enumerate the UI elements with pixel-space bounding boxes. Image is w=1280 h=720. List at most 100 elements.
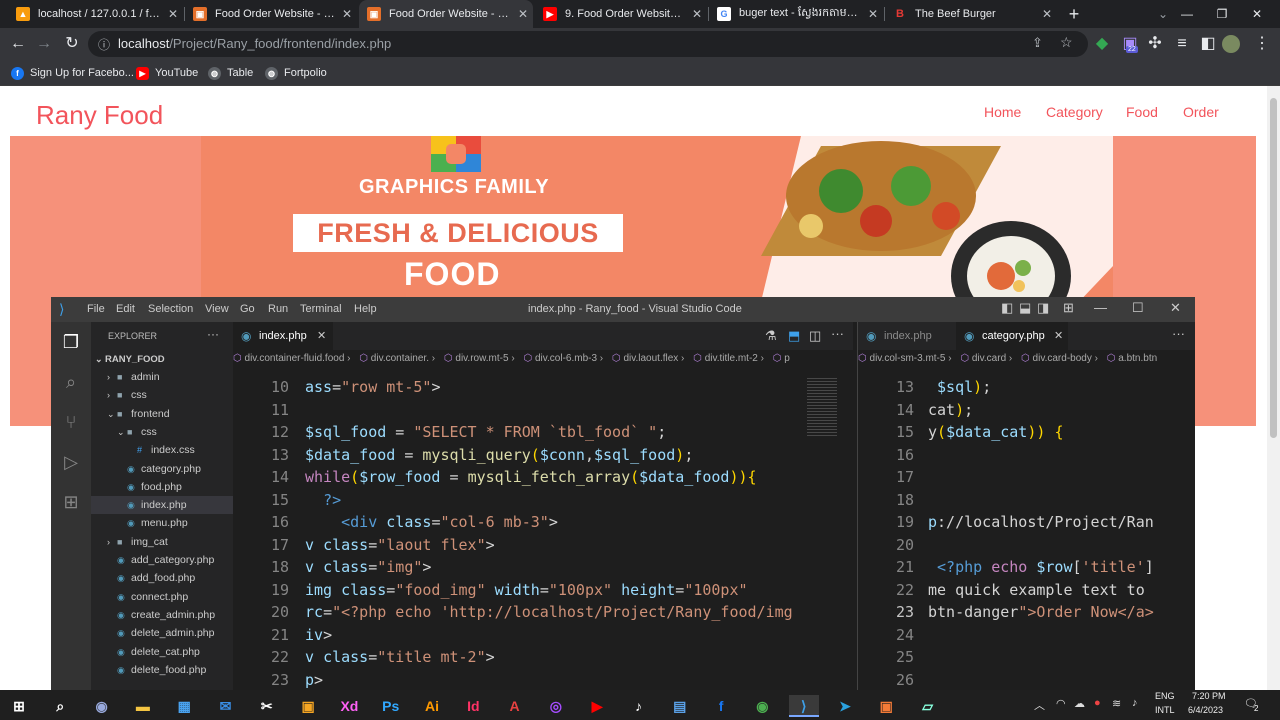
code-line[interactable]: $sql); xyxy=(928,376,991,399)
app-icon[interactable]: ▣ xyxy=(871,695,901,717)
browser-tab[interactable]: ▲ localhost / 127.0.0.1 / food ✕ xyxy=(8,0,183,28)
avatar[interactable] xyxy=(1222,35,1240,53)
address-bar[interactable]: ⓘ localhost/Project/Rany_food/frontend/i… xyxy=(88,31,1088,57)
extension-grammar-icon[interactable]: ◆ xyxy=(1090,32,1114,56)
nav-food[interactable]: Food xyxy=(1126,104,1158,120)
nav-order[interactable]: Order xyxy=(1183,104,1219,120)
browser-tab[interactable]: B The Beef Burger ✕ xyxy=(885,0,1057,28)
menu-edit[interactable]: Edit xyxy=(116,303,135,315)
breadcrumb-item[interactable]: ⬡ p xyxy=(773,353,790,364)
youtube-icon[interactable]: ▶ xyxy=(582,695,612,717)
chevron-up-icon[interactable]: ︿ xyxy=(1034,697,1045,713)
breadcrumb-item[interactable]: ⬡ div.title.mt-2 › xyxy=(693,353,767,364)
forward-arrow-icon[interactable]: → xyxy=(32,32,56,56)
breadcrumb-item[interactable]: ⬡ div.card › xyxy=(960,353,1015,364)
restore-button[interactable]: ☐ xyxy=(1132,300,1144,316)
close-icon[interactable]: ✕ xyxy=(317,322,326,350)
windows-start-icon[interactable]: ⊞ xyxy=(4,695,34,717)
access-icon[interactable]: A xyxy=(500,695,530,717)
reload-icon[interactable]: ↻ xyxy=(60,32,84,56)
menu-terminal[interactable]: Terminal xyxy=(300,303,342,315)
folder-item[interactable]: › ■ img_cat xyxy=(91,533,233,551)
code-line[interactable]: ass="row mt-5"> xyxy=(305,376,440,399)
tab-index-php[interactable]: ◉ index.php ✕ xyxy=(233,322,333,350)
file-item[interactable]: ◉ menu.php xyxy=(91,514,233,532)
telegram-icon[interactable]: ➤ xyxy=(830,695,860,717)
cloud-icon[interactable]: ☁ xyxy=(1074,697,1085,710)
split-editor-icon[interactable]: ◫ xyxy=(809,328,821,344)
file-item[interactable]: ◉ add_category.php xyxy=(91,551,233,569)
folder-item[interactable]: › ■ admin xyxy=(91,368,233,386)
kebab-menu-icon[interactable]: ⋮ xyxy=(1250,32,1274,56)
bookmark-fortpolio[interactable]: ◍ Fortpolio xyxy=(265,65,327,81)
breadcrumb-item[interactable]: ⬡ div.col-6.mb-3 › xyxy=(523,353,605,364)
file-item[interactable]: # index.css xyxy=(91,441,233,459)
back-arrow-icon[interactable]: ← xyxy=(6,32,30,56)
toggle-secondary-sidebar-icon[interactable]: ◨ xyxy=(1037,300,1049,316)
close-icon[interactable]: ✕ xyxy=(337,7,357,21)
menu-go[interactable]: Go xyxy=(240,303,255,315)
code-line[interactable]: y($data_cat)) { xyxy=(928,421,1063,444)
network-icon[interactable]: ◠ xyxy=(1056,697,1066,710)
file-item[interactable]: ◉ create_admin.php xyxy=(91,606,233,624)
clock-date[interactable]: 6/4/2023 xyxy=(1188,705,1223,715)
site-brand[interactable]: Rany Food xyxy=(36,100,163,131)
language-indicator[interactable]: ENG xyxy=(1155,691,1175,701)
volume-icon[interactable]: ♪ xyxy=(1132,697,1138,709)
code-line[interactable]: btn-danger">Order Now</a> xyxy=(928,601,1154,624)
bookmark-table[interactable]: ◍ Table xyxy=(208,65,253,81)
search-icon[interactable]: ⌕ xyxy=(59,370,83,394)
close-icon[interactable]: ✕ xyxy=(863,7,883,21)
puzzle-icon[interactable]: ✣ xyxy=(1143,32,1167,56)
wifi-icon[interactable]: ≋ xyxy=(1112,697,1121,710)
capcut-icon[interactable]: ✂ xyxy=(252,695,282,717)
notepad-icon[interactable]: ▱ xyxy=(913,695,943,717)
file-item[interactable]: ◉ add_food.php xyxy=(91,569,233,587)
bookmark-youtube[interactable]: ▶ YouTube xyxy=(136,65,198,81)
project-root[interactable]: ⌄ RANY_FOOD xyxy=(91,350,233,368)
code-line[interactable]: $data_food = mysqli_query($conn,$sql_foo… xyxy=(305,444,693,467)
search-icon[interactable]: ⌕ xyxy=(45,695,75,717)
breadcrumb-item[interactable]: ⬡ div.col-sm-3.mt-5 › xyxy=(858,353,954,364)
more-icon[interactable]: ··· xyxy=(831,326,844,341)
code-line[interactable]: <div class="col-6 mb-3"> xyxy=(305,511,558,534)
file-item[interactable]: ◉ index.php xyxy=(91,496,233,515)
app-icon[interactable]: ▣ xyxy=(293,695,323,717)
scrollbar-thumb[interactable] xyxy=(1270,98,1277,438)
folder-item[interactable]: › ■ css xyxy=(91,386,233,404)
close-icon[interactable]: ✕ xyxy=(1037,7,1057,21)
photoshop-icon[interactable]: Ps xyxy=(376,695,406,717)
more-icon[interactable]: ··· xyxy=(207,327,219,341)
file-item[interactable]: ◉ category.php xyxy=(91,460,233,478)
code-line[interactable]: <?php echo $row['title'] xyxy=(928,556,1154,579)
explorer-icon[interactable]: ❐ xyxy=(59,330,83,354)
breadcrumb-item[interactable]: ⬡ a.btn.btn xyxy=(1107,353,1157,364)
browser-tab-active[interactable]: ▣ Food Order Website - Hom ✕ xyxy=(359,0,533,28)
store-icon[interactable]: ▦ xyxy=(169,695,199,717)
browser-tab[interactable]: ▶ 9. Food Order Website with ✕ xyxy=(535,0,707,28)
facebook-icon[interactable]: f xyxy=(706,695,736,717)
more-icon[interactable]: ··· xyxy=(1172,326,1185,341)
browser-tab[interactable]: ▣ Food Order Website - Hom ✕ xyxy=(185,0,357,28)
keyboard-layout[interactable]: INTL xyxy=(1155,705,1175,715)
chrome-icon[interactable]: ◉ xyxy=(747,695,777,717)
run-code-icon[interactable]: ⚗ xyxy=(765,328,777,344)
new-tab-button[interactable]: + xyxy=(1064,4,1084,24)
code-line[interactable]: rc="<?php echo 'http://localhost/Project… xyxy=(305,601,793,624)
page-scrollbar[interactable] xyxy=(1267,86,1280,690)
code-line[interactable]: ?> xyxy=(305,489,341,512)
tab-category-php[interactable]: ◉ category.php ✕ xyxy=(956,322,1068,350)
file-item[interactable]: ◉ delete_admin.php xyxy=(91,624,233,642)
nav-category[interactable]: Category xyxy=(1046,104,1103,120)
camera-icon[interactable]: ◉ xyxy=(87,695,117,717)
antivirus-icon[interactable]: ● xyxy=(1094,697,1101,709)
code-line[interactable]: iv> xyxy=(305,624,332,647)
toggle-panel-icon[interactable]: ⬓ xyxy=(1019,300,1031,316)
code-line[interactable]: $sql_food = "SELECT * FROM `tbl_food` "; xyxy=(305,421,666,444)
menu-run[interactable]: Run xyxy=(268,303,288,315)
extensions-icon[interactable]: ⊞ xyxy=(59,490,83,514)
clock-time[interactable]: 7:20 PM xyxy=(1192,691,1226,701)
mail-icon[interactable]: ✉ xyxy=(211,695,241,717)
vscode-icon[interactable]: ⟩ xyxy=(788,695,819,717)
info-icon[interactable]: ⓘ xyxy=(98,36,110,53)
